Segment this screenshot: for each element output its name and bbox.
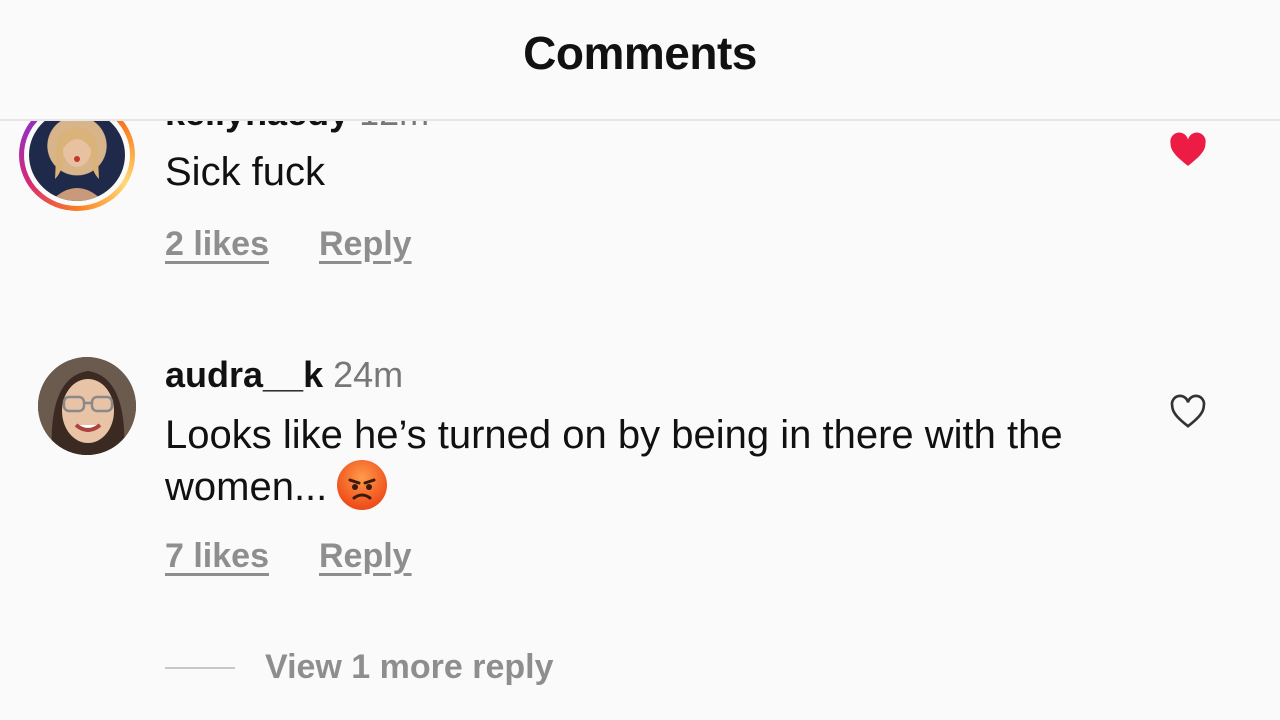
view-more-replies-button[interactable]: View 1 more reply <box>165 648 554 687</box>
comment-actions: 7 likes Reply <box>165 537 412 576</box>
angry-face-emoji <box>337 460 388 510</box>
heart-outline-icon[interactable] <box>1168 392 1208 432</box>
divider-line <box>165 666 235 669</box>
heart-filled-icon[interactable] <box>1168 130 1208 170</box>
comment-username[interactable]: audra__k <box>165 354 323 395</box>
avatar[interactable] <box>38 357 136 455</box>
likes-count-link[interactable]: 7 likes <box>165 537 269 576</box>
page-title: Comments <box>523 27 757 79</box>
comment-time: 24m <box>333 354 404 395</box>
comment-text-content: Looks like he’s turned on by being in th… <box>165 413 1063 509</box>
comments-header: Comments <box>0 0 1280 121</box>
comment-text: Sick fuck <box>165 150 326 194</box>
comment-text: Looks like he’s turned on by being in th… <box>165 410 1085 512</box>
avatar <box>29 109 125 201</box>
comment-actions: 2 likes Reply <box>165 225 412 264</box>
view-more-label: View 1 more reply <box>265 648 554 686</box>
likes-count-link[interactable]: 2 likes <box>165 225 269 264</box>
comment-meta: audra__k 24m <box>165 354 403 396</box>
reply-button[interactable]: Reply <box>319 225 412 264</box>
reply-button[interactable]: Reply <box>319 537 412 576</box>
